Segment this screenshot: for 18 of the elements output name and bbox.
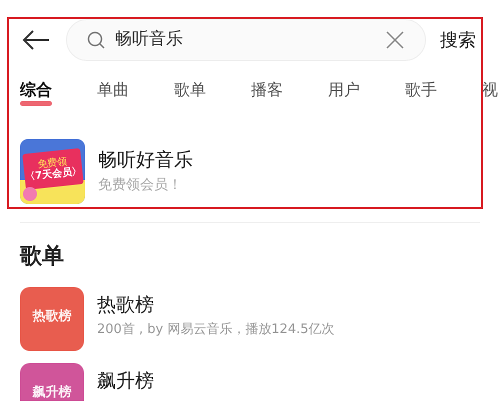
- search-field[interactable]: 畅听音乐: [66, 19, 426, 61]
- tab[interactable]: 歌手: [405, 78, 437, 102]
- tab[interactable]: 歌单: [174, 78, 206, 102]
- search-query: 畅听音乐: [115, 28, 184, 52]
- playlist-subtitle: 200首 , by 网易云音乐，播放124.5亿次: [97, 321, 335, 339]
- search-button[interactable]: 搜索: [440, 26, 476, 54]
- playlist-title: 热歌榜: [97, 293, 155, 318]
- section-title: 歌单: [18, 243, 65, 271]
- search-icon: [87, 31, 105, 49]
- promo-title: 畅听好音乐: [98, 148, 193, 173]
- tab[interactable]: 用户: [328, 78, 360, 102]
- tab[interactable]: 播客: [251, 78, 283, 102]
- clear-icon[interactable]: [385, 30, 405, 50]
- promo-drawing: 免费领 〈7天会员〉: [20, 138, 85, 204]
- back-icon[interactable]: [22, 29, 50, 51]
- tab[interactable]: 单曲: [97, 78, 129, 102]
- promo-subtitle: 免费领会员！: [98, 176, 183, 195]
- playlist-title: 飙升榜: [97, 369, 154, 394]
